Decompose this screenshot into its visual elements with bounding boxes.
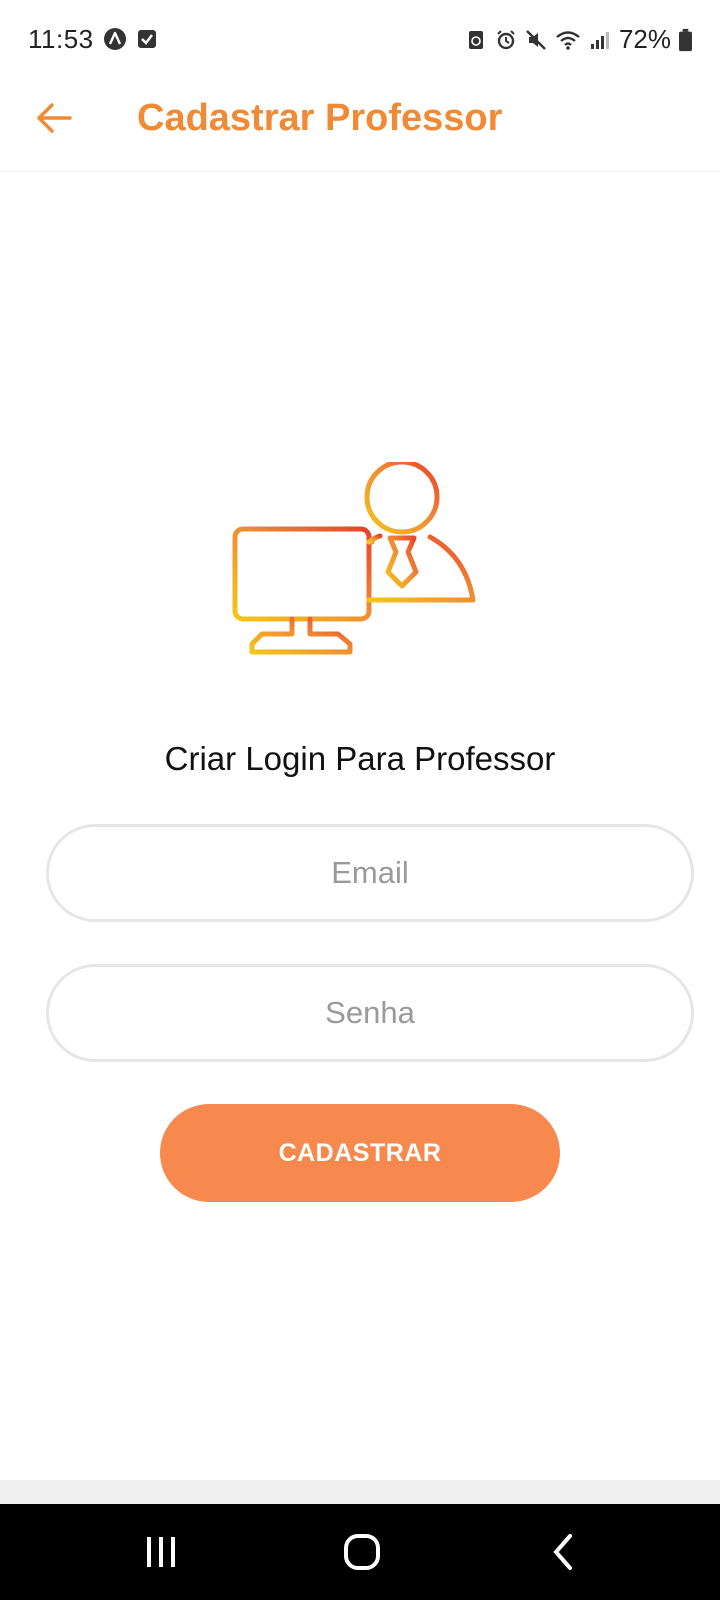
battery-percent: 72% xyxy=(618,24,671,54)
checkbox-notification-icon xyxy=(138,30,156,48)
status-left-icons xyxy=(104,28,158,50)
password-field[interactable] xyxy=(49,967,691,1059)
battery-icon xyxy=(679,28,692,51)
email-field[interactable] xyxy=(49,827,691,919)
alarm-icon xyxy=(497,29,515,49)
nav-back-button[interactable] xyxy=(538,1532,588,1572)
arrow-left-icon xyxy=(37,103,72,133)
password-field-wrapper xyxy=(46,964,694,1062)
app-bar: Cadastrar Professor xyxy=(0,80,720,172)
system-nav-bar xyxy=(0,1504,720,1600)
page-title: Cadastrar Professor xyxy=(137,97,503,139)
mute-icon xyxy=(526,29,546,50)
status-time: 11:53 xyxy=(28,24,94,54)
back-button[interactable] xyxy=(30,94,78,142)
teacher-computer-icon xyxy=(232,462,476,655)
wifi-icon xyxy=(556,30,580,50)
app-a-icon xyxy=(104,28,126,50)
home-button[interactable] xyxy=(337,1532,387,1572)
bottom-strip xyxy=(0,1480,720,1504)
recents-icon xyxy=(147,1537,175,1567)
status-bar: 11:53 72% xyxy=(0,0,720,80)
recents-button[interactable] xyxy=(136,1532,186,1572)
status-right-icons: 72% xyxy=(465,24,692,55)
form-heading: Criar Login Para Professor xyxy=(164,740,556,777)
home-icon xyxy=(344,1534,380,1570)
signal-icon xyxy=(590,31,609,49)
email-field-wrapper xyxy=(46,824,694,922)
register-button[interactable]: CADASTRAR xyxy=(160,1104,560,1202)
recycle-icon xyxy=(468,30,483,49)
back-chevron-icon xyxy=(553,1534,572,1570)
